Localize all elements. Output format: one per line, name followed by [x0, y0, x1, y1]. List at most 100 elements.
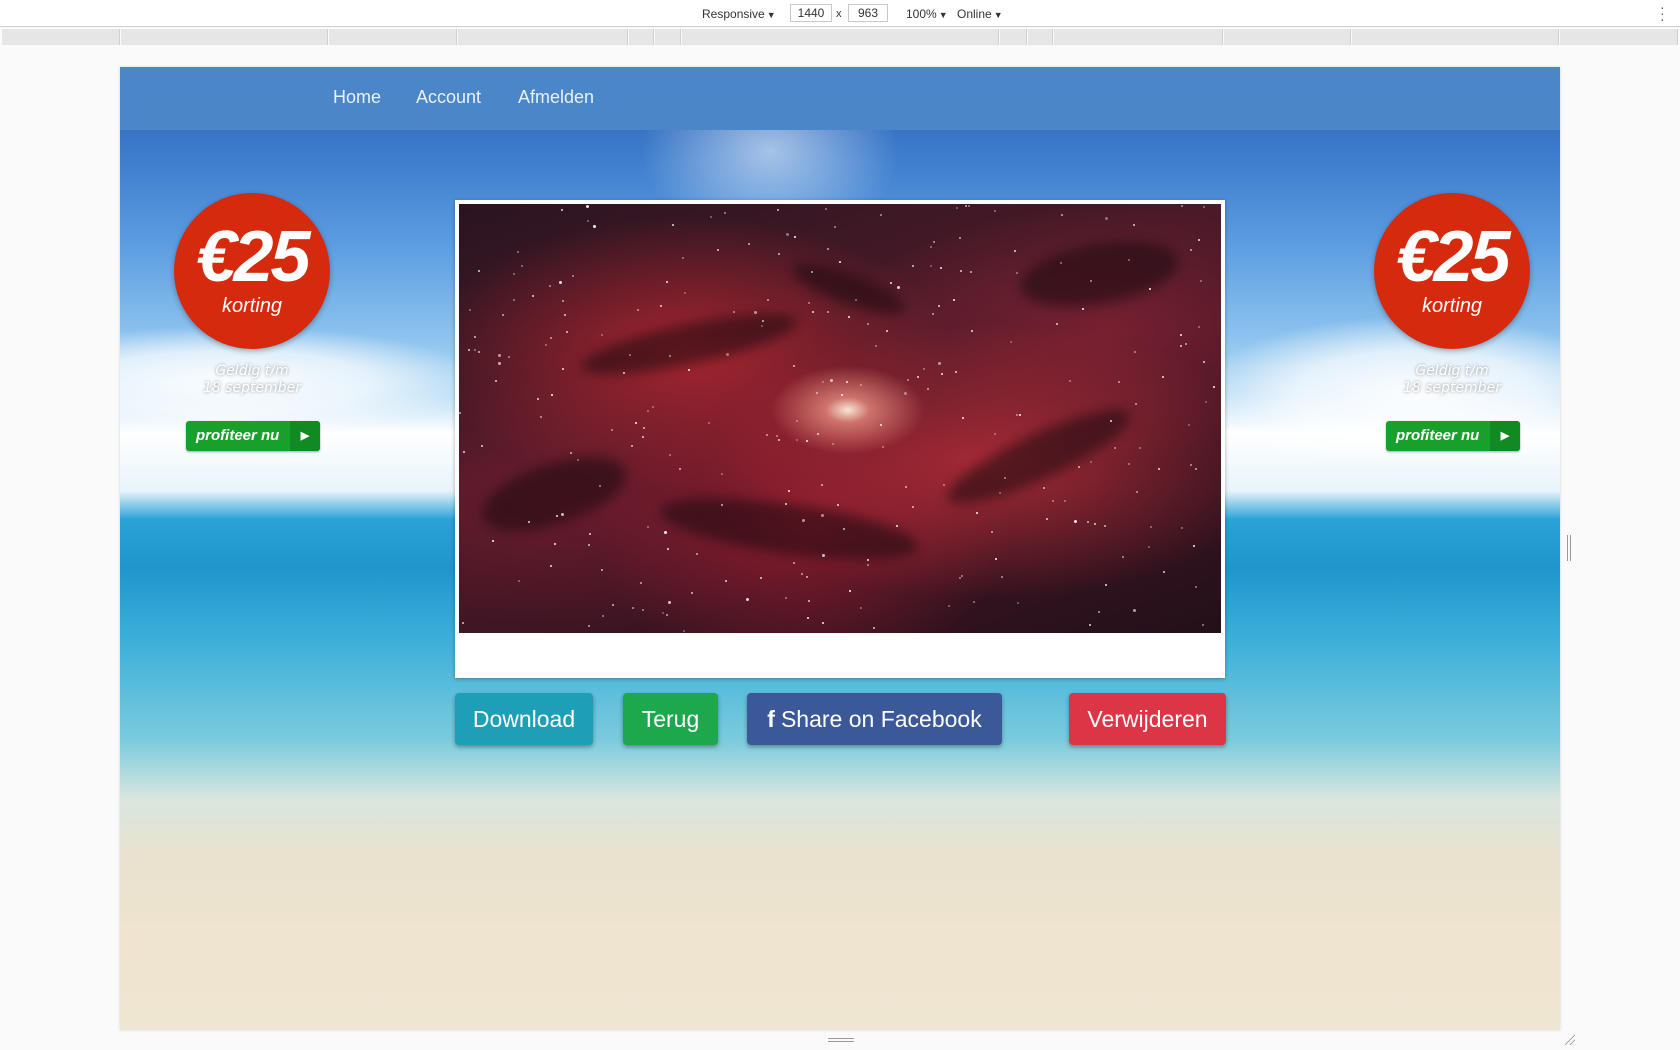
photo-star — [956, 207, 959, 210]
photo-star — [839, 261, 842, 264]
media-query-segment[interactable] — [2, 29, 120, 45]
media-query-segment[interactable] — [629, 29, 654, 45]
photo-star — [498, 361, 502, 365]
photo-star — [710, 215, 713, 218]
viewport-resize-handle-corner[interactable] — [1565, 1035, 1575, 1045]
chevron-down-icon: ▼ — [766, 10, 776, 20]
photo-star — [668, 354, 671, 357]
promo-validity-line: 18 september — [202, 380, 302, 396]
photo-star — [938, 362, 942, 366]
photo-star — [846, 380, 849, 383]
photo-star — [588, 532, 591, 535]
photo-star — [810, 270, 813, 273]
photo-star — [787, 490, 790, 493]
photo-star — [516, 250, 519, 253]
photo-star — [959, 269, 962, 272]
photo-star — [565, 330, 568, 333]
galaxy-photo — [459, 204, 1221, 633]
media-query-segment[interactable] — [655, 29, 681, 45]
media-query-segment[interactable] — [458, 29, 628, 45]
photo-star — [459, 412, 462, 415]
photo-star — [885, 330, 888, 333]
photo-star — [822, 381, 825, 384]
discount-badge[interactable]: €25 korting — [174, 193, 330, 349]
photo-star — [860, 606, 863, 609]
photo-star — [973, 600, 976, 603]
photo-star — [631, 607, 634, 610]
photo-star — [822, 622, 825, 625]
viewport-resize-handle-bottom[interactable] — [828, 1038, 854, 1042]
media-query-segment[interactable] — [1224, 29, 1351, 45]
photo-star — [1199, 279, 1202, 282]
photo-star — [1148, 288, 1151, 291]
photo-star — [1016, 601, 1019, 604]
photo-star — [880, 424, 883, 427]
share-facebook-button[interactable]: f Share on Facebook — [747, 693, 1002, 745]
photo-star — [753, 310, 757, 314]
device-mode-dropdown[interactable]: Responsive ▼ — [702, 6, 776, 22]
viewport-height-input[interactable]: 963 — [848, 4, 888, 22]
photo-star — [481, 444, 484, 447]
media-query-segment[interactable] — [1054, 29, 1223, 45]
discount-badge[interactable]: €25 korting — [1374, 193, 1530, 349]
photo-star — [647, 410, 650, 413]
media-query-segment[interactable] — [1352, 29, 1559, 45]
photo-star — [761, 319, 764, 322]
photo-star — [679, 468, 682, 471]
media-query-segment[interactable] — [121, 29, 328, 45]
photo-star — [681, 256, 684, 259]
back-button[interactable]: Terug — [623, 693, 718, 745]
profit-now-button[interactable]: profiteer nu ▶ — [1386, 421, 1520, 451]
photo-star — [588, 624, 591, 627]
photo-star — [1042, 487, 1045, 490]
more-options-icon[interactable]: · · · — [1660, 0, 1666, 26]
photo-star — [651, 406, 654, 409]
photo-star — [805, 576, 808, 579]
photo-star — [1118, 380, 1121, 383]
nav-account-link[interactable]: Account — [416, 87, 481, 108]
photo-star — [495, 380, 498, 383]
media-query-segment[interactable] — [329, 29, 457, 45]
viewport-width-input[interactable]: 1440 — [790, 4, 832, 22]
media-query-segment[interactable] — [1560, 29, 1678, 45]
photo-star — [904, 486, 907, 489]
photo-star — [549, 285, 552, 288]
photo-star — [497, 354, 501, 358]
photo-star — [725, 579, 728, 582]
media-query-segment[interactable] — [1028, 29, 1053, 45]
nav-home-link[interactable]: Home — [333, 87, 381, 108]
photo-star — [640, 581, 643, 584]
photo-star — [943, 483, 946, 486]
discount-label: korting — [1421, 295, 1483, 317]
promo-validity: Geldig t/m 18 september — [1374, 363, 1530, 397]
zoom-dropdown[interactable]: 100% ▼ — [906, 6, 948, 22]
photo-star — [995, 558, 998, 561]
photo-star — [805, 440, 808, 443]
photo-star — [671, 223, 674, 226]
photo-card — [455, 200, 1225, 678]
devtools-device-toolbar: Responsive ▼ 1440 x 963 100% ▼ Online ▼ · · · — [0, 0, 1680, 27]
photo-star — [746, 597, 750, 601]
photo-star — [544, 344, 547, 347]
promo-badge-left: €25 korting Geldig t/m 18 september prof… — [174, 193, 334, 453]
photo-star — [683, 291, 686, 294]
photo-star — [1015, 272, 1018, 275]
profit-now-button[interactable]: profiteer nu ▶ — [186, 421, 320, 451]
photo-star — [825, 207, 828, 210]
throttling-dropdown[interactable]: Online ▼ — [957, 6, 1003, 22]
photo-star — [785, 232, 789, 236]
viewport-resize-handle-right[interactable] — [1567, 535, 1571, 561]
photo-star — [559, 281, 563, 285]
photo-star — [532, 294, 535, 297]
media-query-segment[interactable] — [1000, 29, 1027, 45]
media-query-segment[interactable] — [682, 29, 999, 45]
download-button[interactable]: Download — [455, 693, 593, 745]
photo-star — [830, 379, 834, 383]
photo-star — [1198, 239, 1201, 242]
photo-star — [929, 246, 932, 249]
nav-logout-link[interactable]: Afmelden — [518, 87, 594, 108]
photo-star — [708, 421, 711, 424]
device-mode-label: Responsive — [702, 7, 765, 21]
photo-star — [777, 438, 780, 441]
delete-button[interactable]: Verwijderen — [1069, 693, 1226, 745]
